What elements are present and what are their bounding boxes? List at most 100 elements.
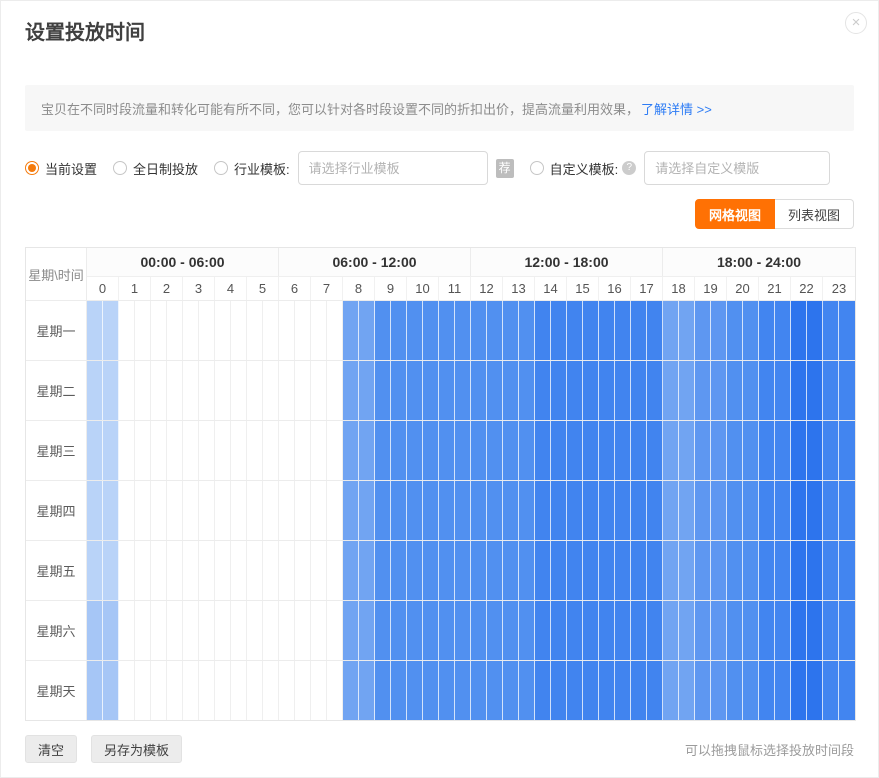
time-slot-cell[interactable] xyxy=(263,361,279,420)
time-slot-cell[interactable] xyxy=(631,541,647,600)
time-slot-cell[interactable] xyxy=(103,361,119,420)
time-slot-cell[interactable] xyxy=(375,301,391,360)
time-slot-cell[interactable] xyxy=(327,481,343,540)
time-slot-cell[interactable] xyxy=(519,661,535,720)
time-slot-cell[interactable] xyxy=(615,421,631,480)
time-slot-cell[interactable] xyxy=(631,601,647,660)
time-slot-cell[interactable] xyxy=(183,661,199,720)
time-slot-cell[interactable] xyxy=(375,601,391,660)
time-slot-cell[interactable] xyxy=(455,361,471,420)
time-slot-cell[interactable] xyxy=(759,481,775,540)
time-slot-cell[interactable] xyxy=(743,601,759,660)
time-slot-cell[interactable] xyxy=(711,601,727,660)
time-slot-cell[interactable] xyxy=(647,421,663,480)
time-slot-cell[interactable] xyxy=(199,601,215,660)
time-slot-cell[interactable] xyxy=(87,661,103,720)
industry-template-input[interactable] xyxy=(298,151,488,185)
time-slot-cell[interactable] xyxy=(439,541,455,600)
time-slot-cell[interactable] xyxy=(359,481,375,540)
time-slot-cell[interactable] xyxy=(807,601,823,660)
time-slot-cell[interactable] xyxy=(215,301,231,360)
time-slot-cell[interactable] xyxy=(199,421,215,480)
time-slot-cell[interactable] xyxy=(119,661,135,720)
time-slot-cell[interactable] xyxy=(391,421,407,480)
time-slot-cell[interactable] xyxy=(439,481,455,540)
time-slot-cell[interactable] xyxy=(103,301,119,360)
time-slot-cell[interactable] xyxy=(167,661,183,720)
time-slot-cell[interactable] xyxy=(663,481,679,540)
time-slot-cell[interactable] xyxy=(391,541,407,600)
time-slot-cell[interactable] xyxy=(295,301,311,360)
time-slot-cell[interactable] xyxy=(295,661,311,720)
time-slot-cell[interactable] xyxy=(711,301,727,360)
time-slot-cell[interactable] xyxy=(183,541,199,600)
time-slot-cell[interactable] xyxy=(247,301,263,360)
time-slot-cell[interactable] xyxy=(343,301,359,360)
time-slot-cell[interactable] xyxy=(503,601,519,660)
time-slot-cell[interactable] xyxy=(311,601,327,660)
time-slot-cell[interactable] xyxy=(487,301,503,360)
time-slot-cell[interactable] xyxy=(295,361,311,420)
time-slot-cell[interactable] xyxy=(135,601,151,660)
time-slot-cell[interactable] xyxy=(455,661,471,720)
time-slot-cell[interactable] xyxy=(743,481,759,540)
time-slot-cell[interactable] xyxy=(631,421,647,480)
time-slot-cell[interactable] xyxy=(647,601,663,660)
time-slot-cell[interactable] xyxy=(711,481,727,540)
time-slot-cell[interactable] xyxy=(647,301,663,360)
time-slot-cell[interactable] xyxy=(183,421,199,480)
time-slot-cell[interactable] xyxy=(455,481,471,540)
time-slot-cell[interactable] xyxy=(471,301,487,360)
time-slot-cell[interactable] xyxy=(343,541,359,600)
time-slot-cell[interactable] xyxy=(487,361,503,420)
time-slot-cell[interactable] xyxy=(759,601,775,660)
radio-icon[interactable] xyxy=(214,161,228,175)
time-slot-cell[interactable] xyxy=(407,361,423,420)
time-slot-cell[interactable] xyxy=(679,541,695,600)
time-slot-cell[interactable] xyxy=(327,421,343,480)
time-slot-cell[interactable] xyxy=(823,661,839,720)
time-slot-cell[interactable] xyxy=(791,301,807,360)
time-slot-cell[interactable] xyxy=(647,661,663,720)
time-slot-cell[interactable] xyxy=(663,541,679,600)
time-slot-cell[interactable] xyxy=(359,361,375,420)
time-slot-cell[interactable] xyxy=(711,661,727,720)
time-slot-cell[interactable] xyxy=(359,421,375,480)
time-slot-cell[interactable] xyxy=(279,541,295,600)
time-slot-cell[interactable] xyxy=(791,421,807,480)
time-slot-cell[interactable] xyxy=(823,421,839,480)
time-slot-cell[interactable] xyxy=(647,481,663,540)
time-slot-cell[interactable] xyxy=(519,421,535,480)
time-slot-cell[interactable] xyxy=(455,301,471,360)
time-slot-cell[interactable] xyxy=(215,601,231,660)
time-slot-cell[interactable] xyxy=(807,661,823,720)
time-slot-cell[interactable] xyxy=(279,361,295,420)
time-slot-cell[interactable] xyxy=(743,421,759,480)
time-slot-cell[interactable] xyxy=(279,301,295,360)
time-slot-cell[interactable] xyxy=(535,661,551,720)
time-slot-cell[interactable] xyxy=(103,661,119,720)
time-slot-cell[interactable] xyxy=(343,421,359,480)
time-slot-cell[interactable] xyxy=(567,601,583,660)
time-slot-cell[interactable] xyxy=(359,601,375,660)
time-slot-cell[interactable] xyxy=(455,421,471,480)
time-slot-cell[interactable] xyxy=(599,481,615,540)
time-slot-cell[interactable] xyxy=(631,361,647,420)
time-slot-cell[interactable] xyxy=(151,421,167,480)
time-slot-cell[interactable] xyxy=(759,661,775,720)
radio-custom-template[interactable]: 自定义模板: ? xyxy=(530,159,637,178)
time-slot-cell[interactable] xyxy=(775,601,791,660)
time-slot-cell[interactable] xyxy=(615,661,631,720)
time-slot-cell[interactable] xyxy=(455,541,471,600)
time-slot-cell[interactable] xyxy=(695,541,711,600)
time-slot-cell[interactable] xyxy=(215,661,231,720)
time-slot-cell[interactable] xyxy=(247,661,263,720)
time-slot-cell[interactable] xyxy=(247,481,263,540)
time-slot-cell[interactable] xyxy=(247,361,263,420)
time-slot-cell[interactable] xyxy=(183,361,199,420)
time-slot-cell[interactable] xyxy=(471,481,487,540)
time-slot-cell[interactable] xyxy=(167,481,183,540)
time-slot-cell[interactable] xyxy=(231,481,247,540)
time-slot-cell[interactable] xyxy=(679,421,695,480)
close-icon[interactable]: × xyxy=(845,12,867,34)
